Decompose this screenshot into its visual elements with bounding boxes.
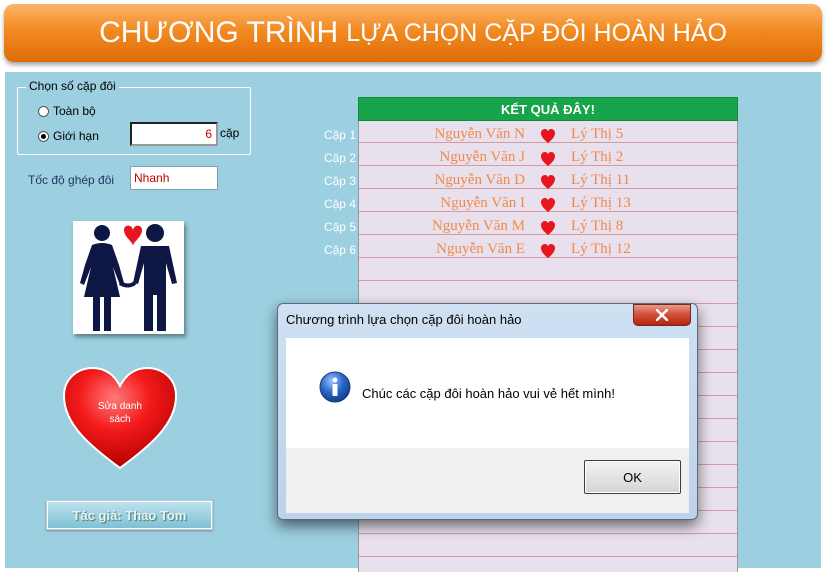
heart-icon bbox=[541, 198, 555, 212]
app-title-banner: CHƯƠNG TRÌNH LỰA CHỌN CẶP ĐÔI HOÀN HẢO bbox=[4, 4, 822, 62]
pair-male-name: Nguyễn Văn J bbox=[439, 149, 525, 165]
speed-label: Tốc độ ghép đôi bbox=[28, 173, 115, 187]
ok-button[interactable]: OK bbox=[584, 460, 681, 494]
edit-list-button[interactable]: Sửa danh sách bbox=[60, 364, 180, 474]
dialog-footer: OK bbox=[286, 448, 689, 513]
heart-icon bbox=[541, 152, 555, 166]
pair-female-name: Lý Thị 8 bbox=[571, 218, 624, 234]
radio-limit-label: Giới hạn bbox=[53, 129, 99, 143]
info-icon bbox=[319, 371, 351, 403]
title-main: CHƯƠNG TRÌNH bbox=[99, 16, 339, 49]
radio-all-label: Toàn bộ bbox=[53, 104, 96, 118]
pair-male-name: Nguyễn Văn E bbox=[436, 241, 525, 257]
pair-male-name: Nguyễn Văn M bbox=[431, 218, 525, 234]
pair-count-group-label: Chọn số cặp đôi bbox=[26, 79, 119, 93]
author-button[interactable]: Tác giả: Thao Tom bbox=[46, 500, 213, 530]
pair-label: Cặp 2 bbox=[323, 151, 356, 165]
dialog-close-button[interactable] bbox=[633, 304, 691, 326]
heart-icon bbox=[541, 244, 555, 258]
pair-label: Cặp 1 bbox=[323, 128, 356, 142]
pair-male-name: Nguyễn Văn N bbox=[434, 126, 525, 142]
pair-label: Cặp 6 bbox=[323, 243, 356, 257]
pair-female-name: Lý Thị 11 bbox=[571, 172, 631, 188]
couple-silhouette-icon bbox=[80, 224, 177, 331]
couple-image bbox=[73, 221, 184, 334]
pair-label: Cặp 5 bbox=[323, 220, 356, 234]
heart-icon bbox=[541, 221, 555, 235]
speed-input[interactable]: Nhanh bbox=[130, 166, 218, 190]
limit-count-input[interactable]: 6 bbox=[130, 122, 218, 146]
pair-female-name: Lý Thị 2 bbox=[571, 149, 624, 165]
pair-female-name: Lý Thị 5 bbox=[571, 126, 624, 142]
heart-icon bbox=[541, 129, 555, 143]
pair-male-name: Nguyễn Văn D bbox=[434, 172, 525, 188]
pair-male-name: Nguyễn Văn I bbox=[440, 195, 525, 211]
dialog-title: Chương trình lựa chọn cặp đôi hoàn hảo bbox=[286, 312, 522, 327]
results-header: KẾT QUẢ ĐÂY! bbox=[358, 97, 738, 121]
pair-label: Cặp 3 bbox=[323, 174, 356, 188]
radio-limit[interactable]: Giới hạn bbox=[38, 129, 99, 143]
pair-label: Cặp 4 bbox=[323, 197, 356, 211]
pair-female-name: Lý Thị 12 bbox=[571, 241, 631, 257]
radio-all[interactable]: Toàn bộ bbox=[38, 104, 96, 118]
heart-icon bbox=[541, 175, 555, 189]
title-sub: LỰA CHỌN CẶP ĐÔI HOÀN HẢO bbox=[346, 18, 727, 47]
dialog-body: Chúc các cặp đôi hoàn hảo vui vẻ hết mìn… bbox=[286, 338, 689, 448]
pair-female-name: Lý Thị 13 bbox=[571, 195, 631, 211]
edit-list-label: Sửa danh sách bbox=[98, 401, 142, 425]
limit-unit-label: cặp bbox=[220, 126, 240, 140]
close-icon bbox=[655, 309, 669, 321]
message-dialog: Chương trình lựa chọn cặp đôi hoàn hảo C… bbox=[277, 303, 698, 520]
radio-limit-circle[interactable] bbox=[38, 130, 49, 142]
dialog-message: Chúc các cặp đôi hoàn hảo vui vẻ hết mìn… bbox=[362, 386, 615, 401]
radio-all-circle[interactable] bbox=[38, 105, 49, 117]
